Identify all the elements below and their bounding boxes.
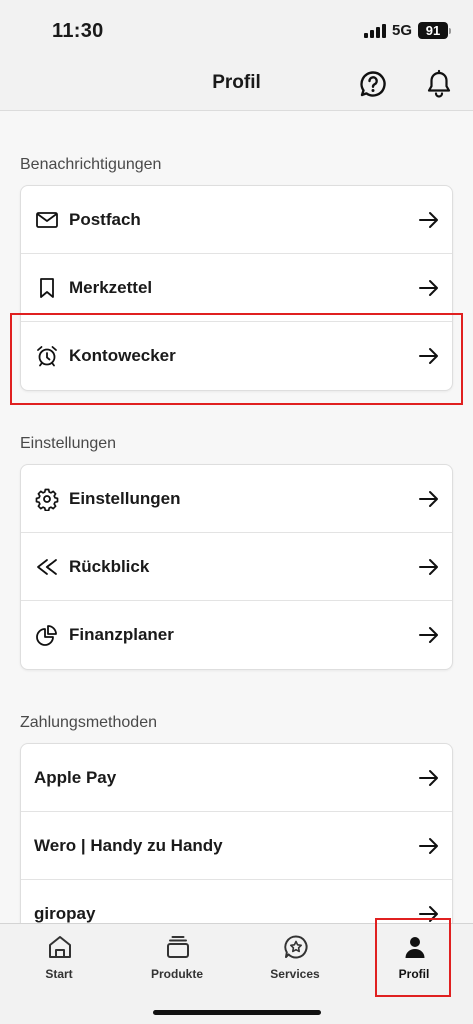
- list-item-wero[interactable]: Wero | Handy zu Handy: [21, 812, 452, 880]
- bell-icon: [427, 69, 451, 98]
- list-item-label: giropay: [34, 904, 96, 923]
- battery-level: 91: [418, 22, 448, 39]
- home-icon: [49, 936, 71, 958]
- arrow-right-icon: [419, 838, 438, 854]
- list-item-postfach[interactable]: Postfach: [21, 186, 452, 254]
- list-item-label: Merkzettel: [69, 277, 153, 297]
- page-title: Profil: [212, 72, 261, 93]
- rewind-icon: [37, 559, 57, 575]
- list-item-merkzettel[interactable]: Merkzettel: [21, 254, 452, 322]
- list-item-label: Postfach: [69, 209, 141, 229]
- mail-icon: [36, 212, 58, 228]
- gear-icon: [35, 488, 59, 511]
- signal-icon: [363, 23, 386, 38]
- list-item-rueckblick[interactable]: Rückblick: [21, 533, 452, 601]
- section-title-settings: Einstellungen: [20, 435, 117, 452]
- page-header: Profil: [0, 64, 473, 110]
- arrow-right-icon: [419, 559, 438, 575]
- bookmark-icon: [40, 278, 54, 298]
- battery-icon: 91: [418, 22, 451, 39]
- list-item-apple-pay[interactable]: Apple Pay: [21, 744, 452, 812]
- list-item-label: Einstellungen: [69, 488, 181, 508]
- services-star-icon: [284, 935, 308, 959]
- list-item-label: Finanzplaner: [69, 625, 174, 644]
- arrow-right-icon: [419, 280, 438, 296]
- list-item-label: Wero | Handy zu Handy: [34, 835, 223, 855]
- settings-card: Einstellungen Rückblick Finanzplaner: [20, 464, 453, 670]
- tab-label: Services: [270, 967, 320, 981]
- highlight-box-profil-tab: [375, 918, 451, 997]
- payment-card: Apple Pay Wero | Handy zu Handy giropay: [20, 743, 453, 923]
- status-bar: 11:30 5G 91: [0, 0, 473, 64]
- arrow-right-icon: [419, 212, 438, 228]
- help-bubble-icon: [360, 71, 386, 97]
- tab-label: Produkte: [150, 967, 203, 981]
- tab-services[interactable]: Services: [236, 924, 354, 994]
- section-title-payment: Zahlungsmethoden: [20, 714, 157, 731]
- list-item-finanzplaner[interactable]: Finanzplaner: [21, 601, 452, 669]
- list-item-giropay[interactable]: giropay: [21, 880, 452, 923]
- home-indicator: [153, 1010, 321, 1015]
- arrow-right-icon: [419, 770, 438, 786]
- help-button[interactable]: [358, 69, 388, 99]
- section-title-notifications: Benachrichtigungen: [20, 156, 162, 173]
- list-item-einstellungen[interactable]: Einstellungen: [21, 465, 452, 533]
- tab-start[interactable]: Start: [0, 924, 118, 994]
- tab-produkte[interactable]: Produkte: [118, 924, 236, 994]
- status-time: 11:30: [52, 20, 104, 42]
- pie-chart-icon: [36, 625, 57, 646]
- list-item-label: Rückblick: [69, 556, 150, 576]
- status-indicators: 5G 91: [363, 22, 451, 39]
- arrow-right-icon: [419, 491, 438, 507]
- network-type: 5G: [391, 22, 412, 39]
- highlight-box-kontowecker: [10, 313, 463, 405]
- list-item-label: Apple Pay: [34, 767, 117, 787]
- arrow-right-icon: [419, 627, 438, 643]
- profile-content[interactable]: Benachrichtigungen Postfach Merkzettel K…: [0, 111, 473, 923]
- tab-label: Start: [45, 967, 73, 981]
- notifications-button[interactable]: [424, 69, 454, 99]
- stack-icon: [167, 936, 189, 958]
